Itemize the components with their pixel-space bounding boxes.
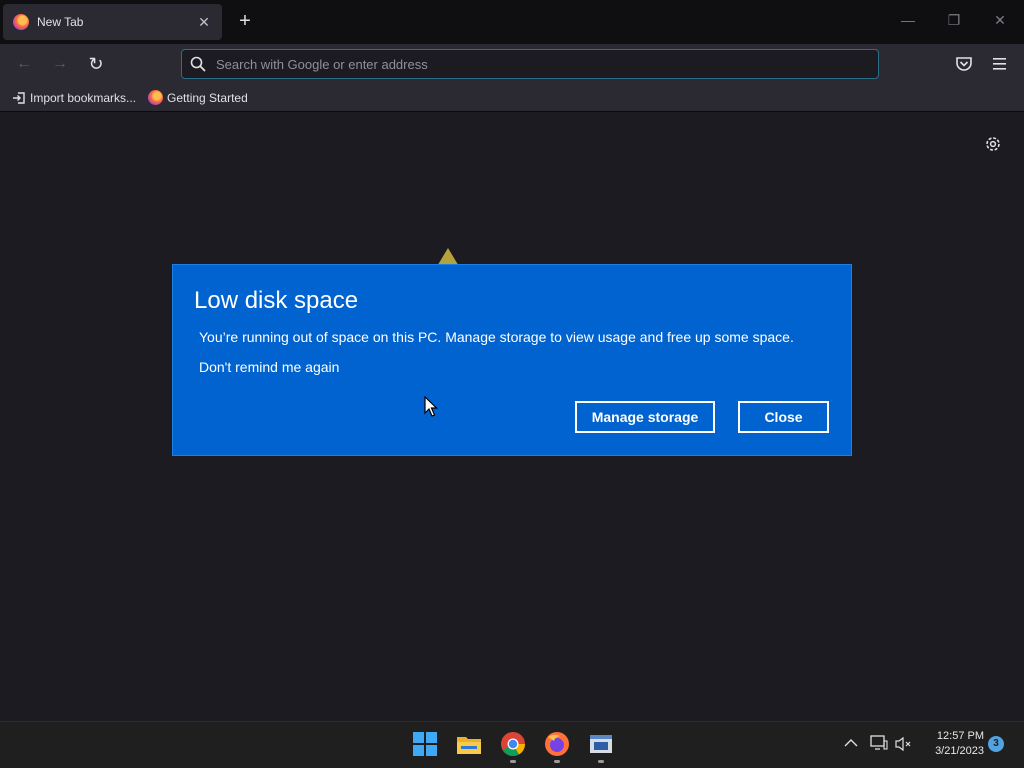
tab-title: New Tab bbox=[37, 15, 84, 29]
chevron-up-icon[interactable] bbox=[844, 738, 858, 748]
menu-icon[interactable] bbox=[992, 57, 1008, 71]
clock-date: 3/21/2023 bbox=[935, 745, 984, 757]
bookmarks-toolbar: Import bookmarks... Getting Started bbox=[0, 84, 1024, 112]
close-window-button[interactable]: ✕ bbox=[990, 12, 1010, 29]
tab-new-tab[interactable]: New Tab ✕ bbox=[3, 4, 222, 40]
clock-time: 12:57 PM bbox=[936, 730, 984, 742]
address-bar[interactable] bbox=[181, 49, 879, 79]
gear-icon[interactable] bbox=[983, 134, 1003, 154]
back-button[interactable]: ← bbox=[12, 52, 36, 76]
bookmark-label: Import bookmarks... bbox=[30, 90, 137, 105]
network-icon[interactable] bbox=[870, 735, 888, 751]
volume-muted-icon[interactable] bbox=[895, 736, 913, 752]
tab-close-icon[interactable]: ✕ bbox=[196, 14, 212, 31]
bookmark-label: Getting Started bbox=[167, 90, 248, 105]
forward-button[interactable]: → bbox=[48, 52, 72, 76]
bookmark-getting-started[interactable]: Getting Started bbox=[148, 90, 248, 105]
firefox-icon bbox=[13, 14, 29, 30]
firefox-icon[interactable] bbox=[544, 731, 570, 757]
import-icon bbox=[13, 91, 25, 104]
minimize-button[interactable]: — bbox=[898, 12, 918, 28]
running-indicator bbox=[510, 760, 516, 763]
low-disk-space-dialog: Low disk space You’re running out of spa… bbox=[172, 264, 852, 456]
pocket-icon[interactable] bbox=[955, 56, 973, 72]
dont-remind-link[interactable]: Don't remind me again bbox=[199, 359, 339, 375]
reload-button[interactable]: ↻ bbox=[84, 52, 108, 76]
chrome-icon[interactable] bbox=[500, 731, 526, 757]
system-clock[interactable]: 12:57 PM 3/21/2023 bbox=[920, 729, 984, 759]
notification-badge[interactable]: 3 bbox=[988, 736, 1004, 752]
bookmark-import[interactable]: Import bookmarks... bbox=[12, 91, 136, 105]
search-icon bbox=[190, 56, 206, 72]
close-button[interactable]: Close bbox=[738, 401, 829, 433]
app-window-icon[interactable] bbox=[588, 731, 614, 757]
start-icon[interactable] bbox=[412, 731, 438, 757]
search-input[interactable] bbox=[216, 56, 816, 72]
firefox-icon bbox=[148, 90, 164, 105]
running-indicator bbox=[598, 760, 604, 763]
restore-button[interactable]: ❐ bbox=[944, 12, 964, 29]
dialog-title: Low disk space bbox=[194, 287, 359, 314]
running-indicator bbox=[554, 760, 560, 763]
mouse-cursor-icon bbox=[424, 396, 438, 417]
manage-storage-button[interactable]: Manage storage bbox=[575, 401, 715, 433]
dialog-message: You’re running out of space on this PC. … bbox=[199, 329, 794, 345]
new-tab-button[interactable]: + bbox=[234, 10, 256, 32]
file-explorer-icon[interactable] bbox=[456, 731, 482, 757]
